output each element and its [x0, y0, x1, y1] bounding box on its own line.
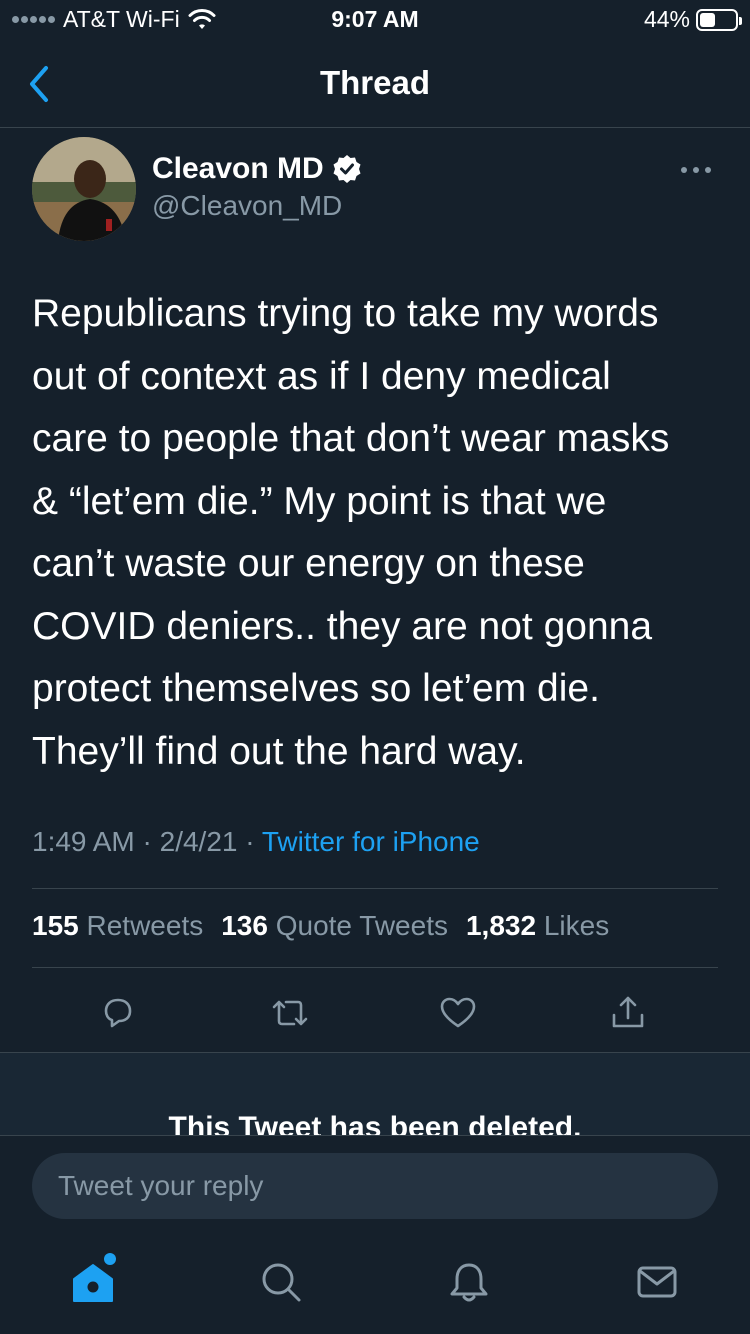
retweet-button[interactable]	[262, 985, 318, 1041]
reply-input[interactable]: Tweet your reply	[32, 1153, 718, 1219]
divider	[32, 888, 718, 889]
tweet-time: 1:49 AM	[32, 826, 135, 857]
quote-tweets-stat[interactable]: 136 Quote Tweets	[221, 910, 448, 942]
meta-separator: ·	[245, 826, 255, 857]
meta-separator: ·	[142, 826, 152, 857]
deleted-tweet-text: This Tweet has been deleted.	[168, 1111, 582, 1135]
tab-home[interactable]	[68, 1253, 118, 1307]
page-title: Thread	[319, 64, 431, 101]
status-bar: AT&T Wi-Fi 9:07 AM 44%	[0, 0, 750, 40]
tweet-actions	[0, 985, 750, 1041]
tab-bar	[0, 1235, 750, 1334]
battery-percent: 44%	[643, 6, 690, 32]
like-button[interactable]	[430, 985, 486, 1041]
retweets-count: 155	[32, 910, 79, 941]
status-time: 9:07 AM	[331, 6, 419, 32]
nav-header: Thread	[0, 40, 750, 128]
quotes-label: Quote Tweets	[275, 910, 448, 941]
reply-icon	[104, 998, 132, 1028]
tweet-meta: 1:49 AM · 2/4/21 · Twitter for iPhone	[32, 826, 480, 858]
likes-count: 1,832	[465, 910, 537, 941]
search-icon	[262, 1263, 301, 1302]
tab-messages[interactable]	[632, 1257, 682, 1307]
tweet-text: Republicans trying to take my words out …	[32, 292, 670, 773]
thread-screen: AT&T Wi-Fi 9:07 AM 44% Thread Cleavon MD…	[0, 0, 750, 1334]
author-handle[interactable]: @Cleavon_MD	[152, 190, 342, 222]
tab-search[interactable]	[256, 1257, 306, 1307]
share-button[interactable]	[600, 985, 656, 1041]
tweet-source-link[interactable]: Twitter for iPhone	[262, 826, 480, 857]
like-icon	[440, 997, 476, 1028]
reply-bar: Tweet your reply	[0, 1135, 750, 1235]
likes-label: Likes	[543, 910, 610, 941]
battery-fill	[700, 12, 715, 27]
tweet-stats: 155 Retweets 136 Quote Tweets 1,832 Like…	[32, 910, 609, 942]
share-icon	[612, 996, 644, 1028]
quotes-count: 136	[221, 910, 268, 941]
deleted-tweet-notice: This Tweet has been deleted.	[0, 1053, 750, 1135]
retweets-label: Retweets	[86, 910, 204, 941]
more-icon[interactable]	[678, 158, 714, 182]
new-content-dot	[104, 1253, 116, 1265]
reply-button[interactable]	[90, 985, 146, 1041]
notifications-icon	[450, 1263, 488, 1302]
battery-icon	[696, 8, 742, 31]
avatar[interactable]	[32, 137, 136, 241]
likes-stat[interactable]: 1,832 Likes	[466, 910, 609, 942]
retweet-icon	[272, 1000, 308, 1026]
verified-badge-icon	[333, 155, 361, 183]
messages-icon	[637, 1266, 677, 1298]
status-right: 44%	[643, 6, 742, 33]
retweets-stat[interactable]: 155 Retweets	[32, 910, 203, 942]
tab-notifications[interactable]	[444, 1257, 494, 1307]
tweet-date: 2/4/21	[159, 826, 238, 857]
display-name: Cleavon MD	[152, 152, 324, 185]
divider	[32, 967, 718, 968]
author-name[interactable]: Cleavon MD	[152, 152, 362, 186]
